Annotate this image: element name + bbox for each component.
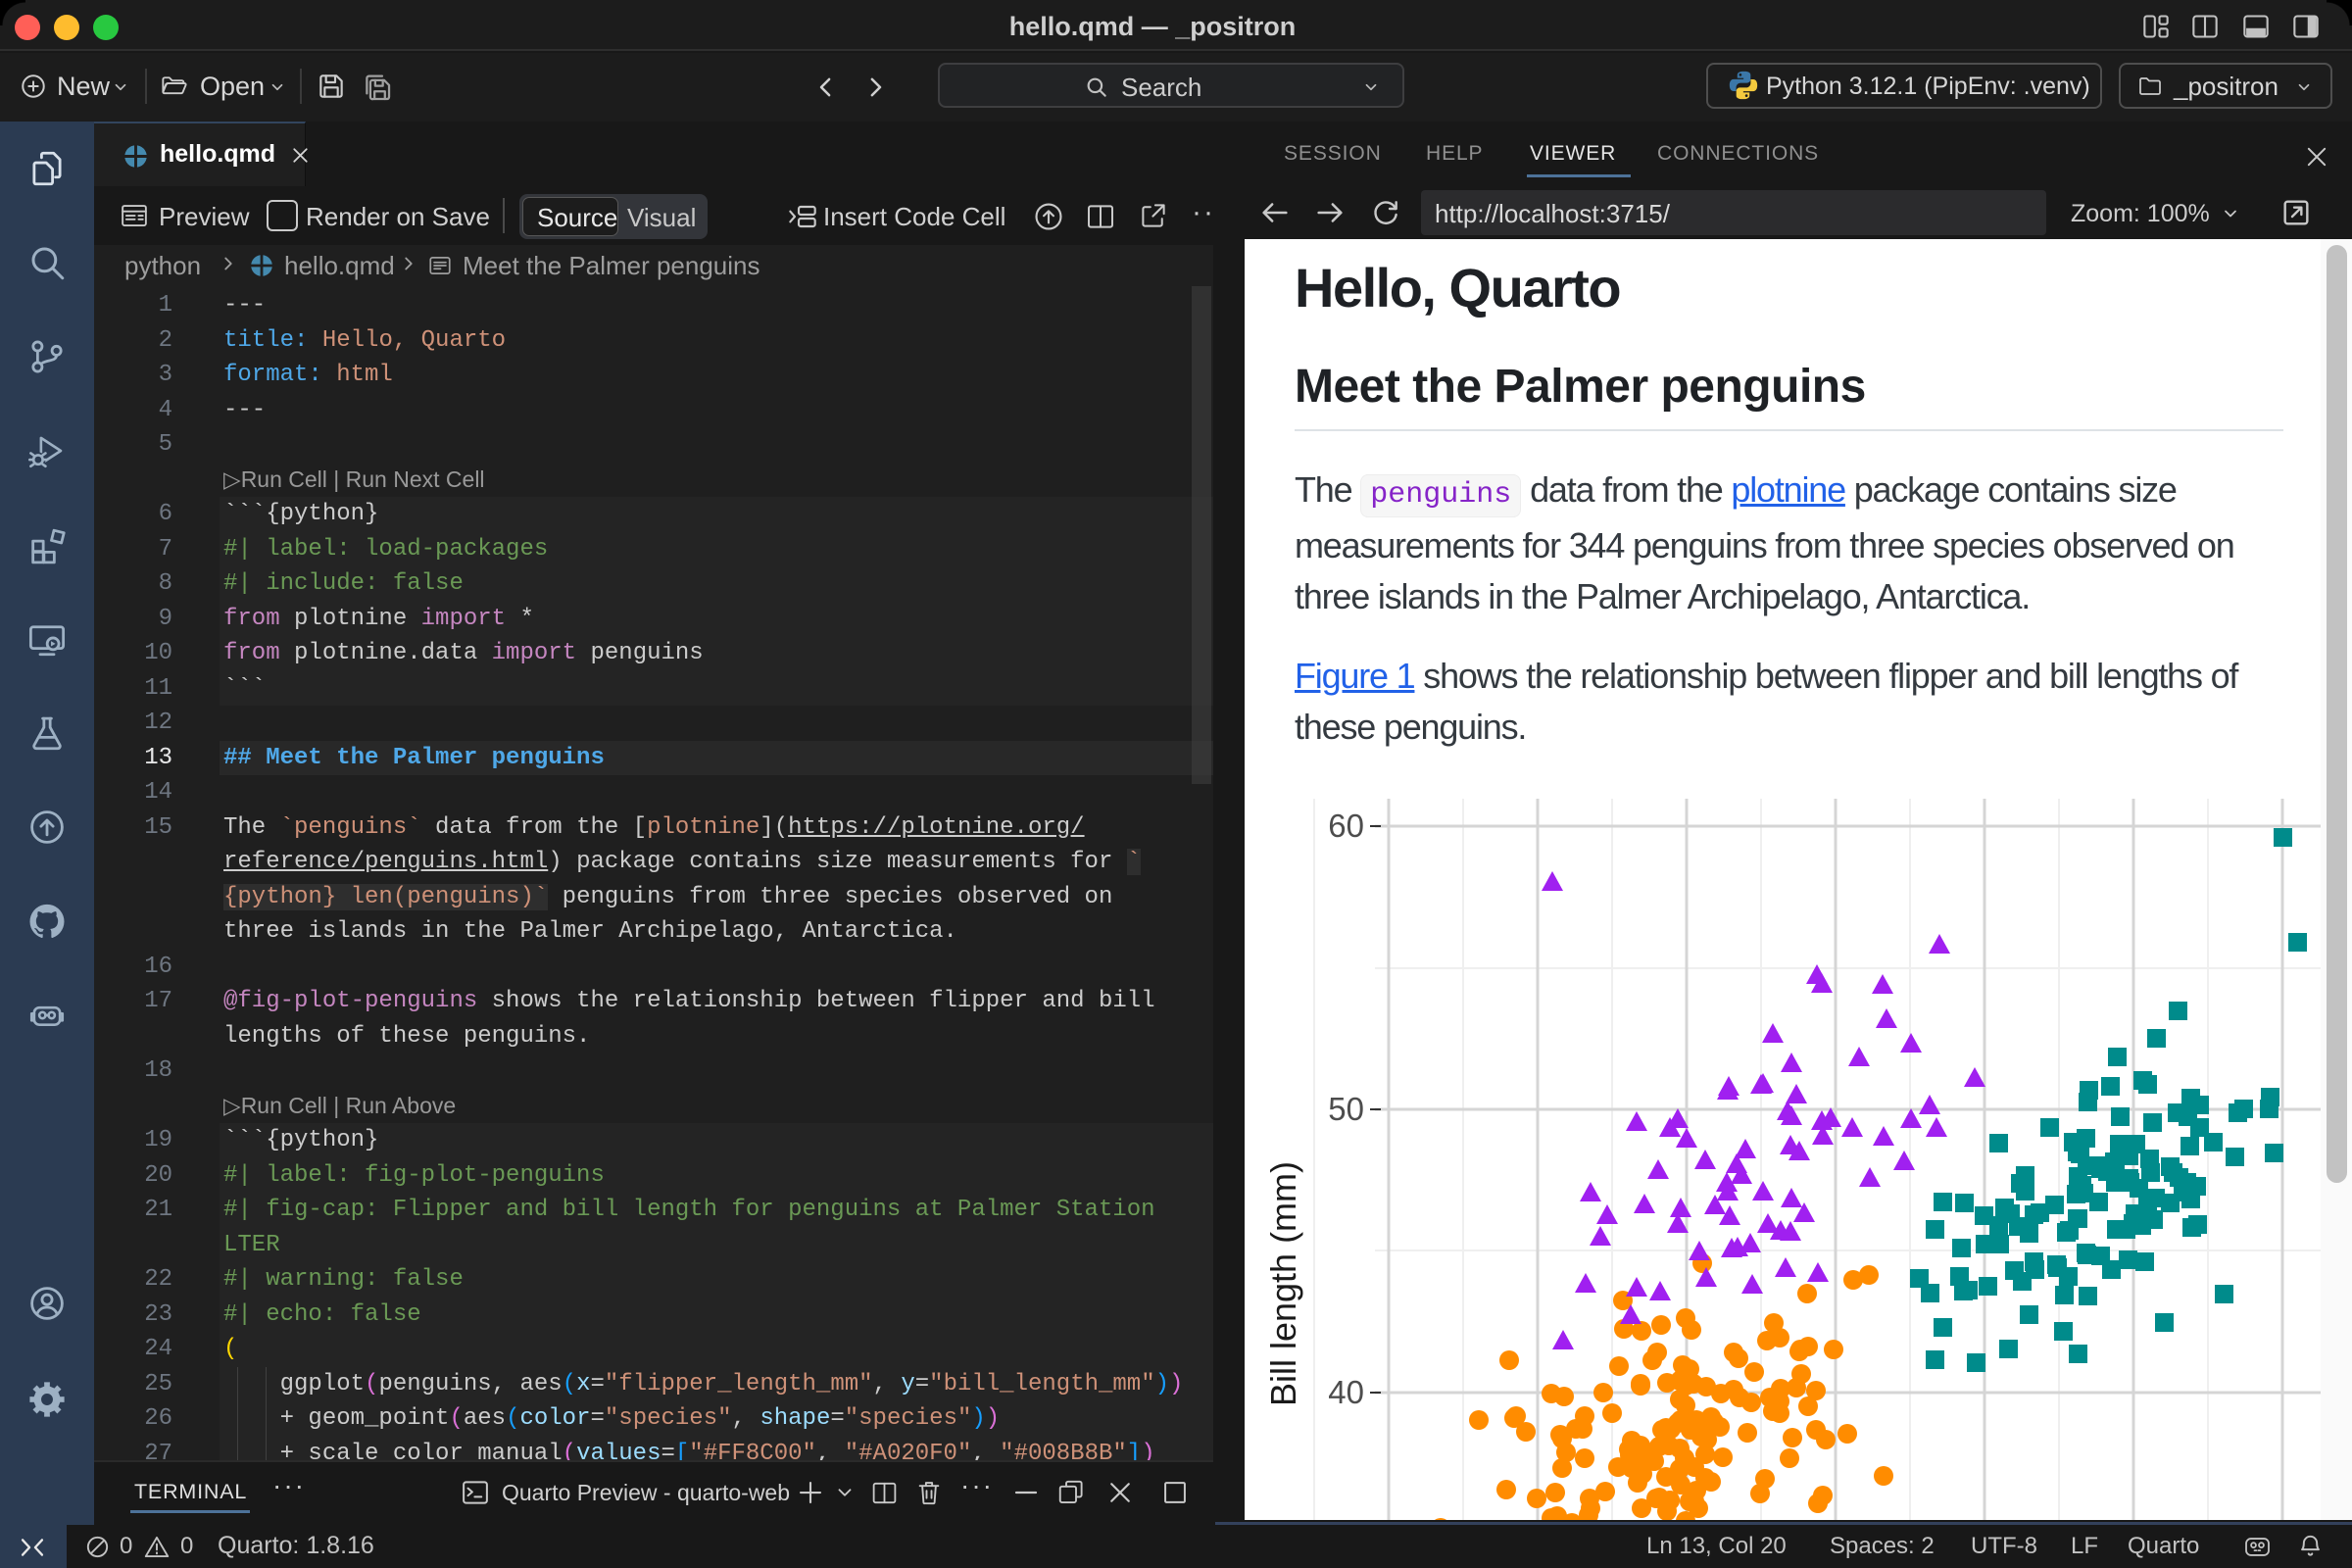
svg-text:Bill length (mm): Bill length (mm) <box>1263 1161 1303 1406</box>
svg-text:50: 50 <box>1328 1091 1364 1127</box>
svg-text:60: 60 <box>1328 808 1364 844</box>
svg-text:40: 40 <box>1328 1374 1364 1410</box>
